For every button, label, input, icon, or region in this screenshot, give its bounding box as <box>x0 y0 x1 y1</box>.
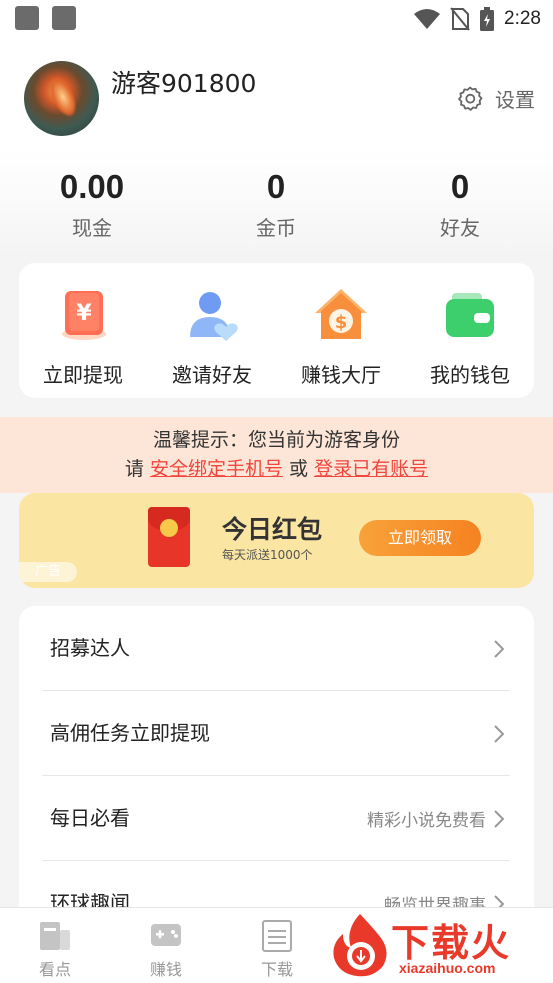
menu-item-label: 每日必看 <box>50 806 130 830</box>
action-label: 立即提现 <box>43 363 123 387</box>
red-packet-ad[interactable]: 今日红包 每天派送1000个 立即领取 广告 <box>19 493 534 588</box>
action-label: 我的钱包 <box>430 363 510 387</box>
action-withdraw[interactable]: ¥ 立即提现 <box>19 285 147 388</box>
chevron-right-icon <box>494 809 504 828</box>
ad-title: 今日红包 <box>222 515 323 544</box>
gear-icon <box>458 86 483 111</box>
ad-subtitle: 每天派送1000个 <box>222 548 313 562</box>
withdraw-yuan-icon: ¥ <box>53 285 113 345</box>
menu-item-label: 招募达人 <box>50 636 130 660</box>
document-icon <box>237 920 317 952</box>
nav-item-earn[interactable]: 赚钱 <box>126 920 206 980</box>
svg-text:¥: ¥ <box>76 301 92 326</box>
avatar[interactable] <box>24 61 99 136</box>
nav-item-news[interactable]: 看点 <box>15 920 95 980</box>
stat-label: 好友 <box>440 216 480 240</box>
chevron-right-icon <box>494 639 504 658</box>
stat-friends[interactable]: 0 好友 <box>385 168 535 241</box>
notice-or: 或 <box>289 458 309 480</box>
settings-button[interactable]: 设置 <box>457 84 535 113</box>
status-icons: 2:28 <box>414 6 541 32</box>
username[interactable]: 游客901800 <box>111 64 256 100</box>
notification-icon <box>15 6 39 30</box>
settings-label: 设置 <box>495 88 535 112</box>
watermark-url: xiazaihuo.com <box>399 960 496 976</box>
clock: 2:28 <box>504 8 541 29</box>
menu-item-hint: 精彩小说免费看 <box>367 811 486 831</box>
stat-value: 0.00 <box>59 168 125 205</box>
quick-actions-card: ¥ 立即提现 邀请好友 $ 赚钱大厅 我的钱包 <box>19 263 534 398</box>
notice-actions: 请 安全绑定手机号 或 登录已有账号 <box>0 455 553 491</box>
nav-label: 赚钱 <box>149 960 182 979</box>
bind-phone-link[interactable]: 安全绑定手机号 <box>150 458 283 480</box>
red-envelope-icon <box>148 507 190 567</box>
menu-item-right: 精彩小说免费看 <box>367 776 504 861</box>
stat-label: 金币 <box>256 216 296 240</box>
stat-label: 现金 <box>72 216 112 240</box>
menu-item-daily[interactable]: 每日必看 精彩小说免费看 <box>42 776 510 861</box>
watermark: 下载火 xiazaihuo.com <box>325 908 553 983</box>
stat-cash[interactable]: 0.00 现金 <box>17 168 167 241</box>
nav-label: 下载 <box>260 960 293 979</box>
news-icon <box>15 920 95 952</box>
wallet-icon <box>440 285 500 345</box>
action-label: 赚钱大厅 <box>301 363 381 387</box>
status-bar: 2:28 <box>0 0 553 38</box>
action-invite[interactable]: 邀请好友 <box>148 285 276 388</box>
stat-value: 0 <box>450 168 470 205</box>
watermark-text: 下载火 <box>391 921 512 965</box>
battery-icon <box>480 7 495 31</box>
notice-text: 温馨提示：您当前为游客身份 <box>152 429 400 451</box>
menu-item-right <box>494 606 504 691</box>
stat-value: 0 <box>266 168 286 205</box>
login-link[interactable]: 登录已有账号 <box>314 458 428 480</box>
svg-text:$: $ <box>335 312 348 333</box>
gamepad-icon <box>126 920 206 952</box>
guest-notice: 温馨提示：您当前为游客身份 请 安全绑定手机号 或 登录已有账号 <box>0 417 553 493</box>
no-sim-icon <box>450 7 470 31</box>
notification-icon <box>52 6 76 30</box>
notice-prefix: 请 <box>124 458 144 480</box>
menu-item-high-commission[interactable]: 高佣任务立即提现 <box>42 691 510 776</box>
money-house-icon: $ <box>311 285 371 345</box>
wifi-icon <box>414 9 441 29</box>
nav-item-download[interactable]: 下载 <box>237 920 317 980</box>
chevron-right-icon <box>494 724 504 743</box>
action-label: 邀请好友 <box>172 363 252 387</box>
invite-friend-icon <box>182 285 242 345</box>
menu-item-recruit[interactable]: 招募达人 <box>42 606 510 691</box>
menu-item-right <box>494 691 504 776</box>
action-money-hall[interactable]: $ 赚钱大厅 <box>277 285 405 388</box>
flame-logo-icon <box>333 914 387 977</box>
claim-button[interactable]: 立即领取 <box>359 520 481 556</box>
stat-coins[interactable]: 0 金币 <box>201 168 351 241</box>
ad-tag: 广告 <box>19 562 77 582</box>
menu-item-label: 高佣任务立即提现 <box>50 721 210 745</box>
nav-label: 看点 <box>38 960 71 979</box>
action-wallet[interactable]: 我的钱包 <box>406 285 534 388</box>
